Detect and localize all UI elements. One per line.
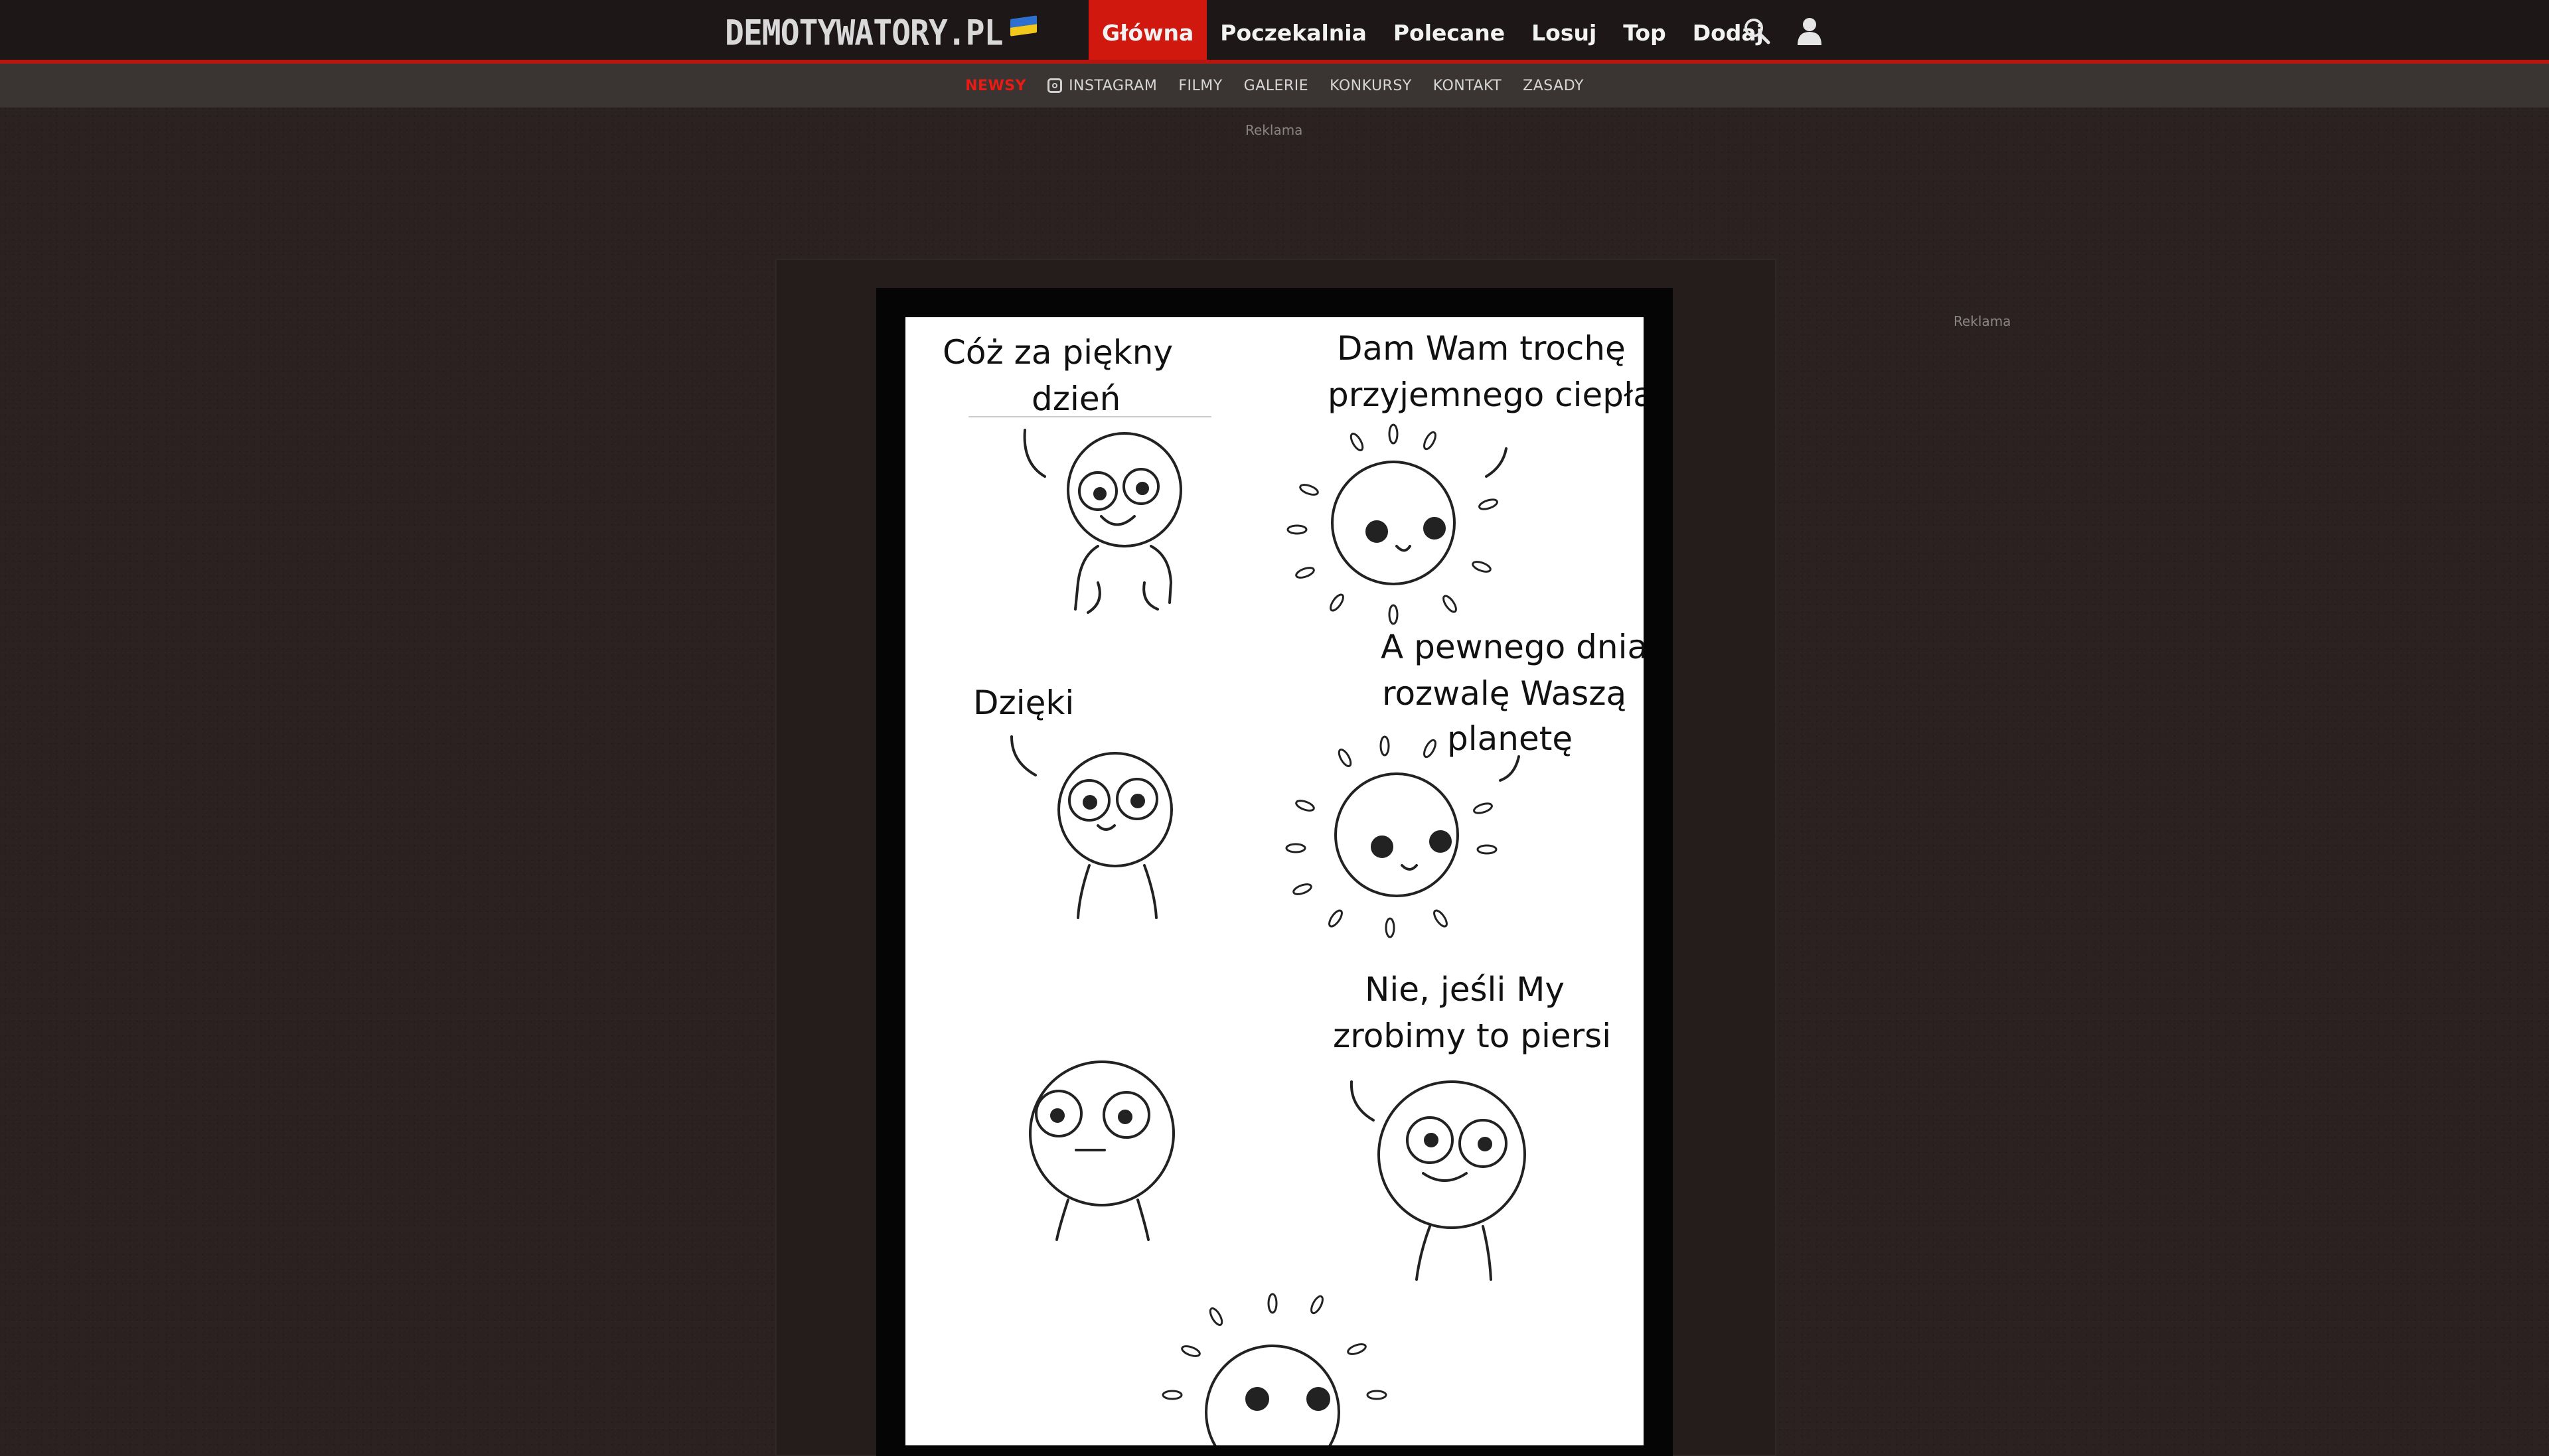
top-bar: DEMOTYWATORY.PL Główna Poczekalnia Polec… bbox=[0, 0, 2549, 64]
comic-sun-2 bbox=[1334, 755, 1520, 897]
nav-top[interactable]: Top bbox=[1610, 0, 1679, 60]
nav-poczekalnia[interactable]: Poczekalnia bbox=[1207, 0, 1380, 60]
subnav-konkursy[interactable]: KONKURSY bbox=[1330, 78, 1412, 94]
comic-text-6a: Nie, jeśli My bbox=[1365, 970, 1565, 1009]
user-icon[interactable] bbox=[1795, 16, 1824, 45]
nav-losuj[interactable]: Losuj bbox=[1518, 0, 1610, 60]
comic-sun-3 bbox=[1205, 1345, 1340, 1445]
main-nav: Główna Poczekalnia Polecane Losuj Top Do… bbox=[1089, 0, 1777, 60]
subnav-instagram[interactable]: INSTAGRAM bbox=[1047, 78, 1157, 94]
comic-text-2a: Dam Wam trochę bbox=[1337, 329, 1626, 368]
comic-person-3 bbox=[1029, 1060, 1175, 1241]
comic-drawing: Cóż za piękny dzień Dam Wam trochę przyj… bbox=[943, 329, 1644, 1445]
nav-glowna[interactable]: Główna bbox=[1089, 0, 1207, 60]
ad-label-side: Reklama bbox=[1954, 313, 2011, 329]
subnav-filmy[interactable]: FILMY bbox=[1178, 78, 1222, 94]
ukraine-flag-icon bbox=[1010, 15, 1038, 36]
nav-polecane[interactable]: Polecane bbox=[1380, 0, 1518, 60]
logo-text: DEMOTYWATORY.PL bbox=[725, 13, 1003, 54]
subnav-instagram-label: INSTAGRAM bbox=[1069, 77, 1158, 94]
comic-text-1a: Cóż za piękny bbox=[943, 333, 1173, 372]
comic-text-6b: zrobimy to piersi bbox=[1333, 1017, 1611, 1055]
comic-person-4 bbox=[1350, 1080, 1526, 1281]
ad-label-top: Reklama bbox=[1245, 122, 1303, 138]
comic-text-4b: rozwalę Waszą bbox=[1382, 674, 1626, 713]
comic-person-1 bbox=[968, 416, 1211, 614]
subnav-galerie[interactable]: GALERIE bbox=[1244, 78, 1308, 94]
comic-image[interactable]: Cóż za piękny dzień Dam Wam trochę przyj… bbox=[905, 317, 1644, 1445]
secondary-nav-bar: NEWSY INSTAGRAM FILMY GALERIE KONKURSY K… bbox=[0, 64, 2549, 108]
sun-rays bbox=[1162, 423, 1500, 1400]
comic-text-3: Dzięki bbox=[973, 684, 1074, 722]
comic-text-4a: A pewnego dnia bbox=[1381, 628, 1644, 666]
subnav-kontakt[interactable]: KONTAKT bbox=[1433, 78, 1502, 94]
subnav-newsy[interactable]: NEWSY bbox=[965, 78, 1026, 94]
comic-sun-1 bbox=[1331, 447, 1507, 585]
comic-text-2b: przyjemnego ciepła bbox=[1328, 376, 1644, 414]
comic-text-1b: dzień bbox=[1032, 380, 1120, 418]
instagram-icon bbox=[1047, 78, 1063, 93]
comic-text-4c: planetę bbox=[1447, 719, 1573, 758]
site-logo[interactable]: DEMOTYWATORY.PL bbox=[725, 9, 1038, 54]
comic-person-2 bbox=[1010, 735, 1173, 919]
subnav-zasady[interactable]: ZASADY bbox=[1523, 78, 1584, 94]
search-icon[interactable] bbox=[1742, 16, 1771, 45]
secondary-nav: NEWSY INSTAGRAM FILMY GALERIE KONKURSY K… bbox=[0, 64, 2549, 108]
